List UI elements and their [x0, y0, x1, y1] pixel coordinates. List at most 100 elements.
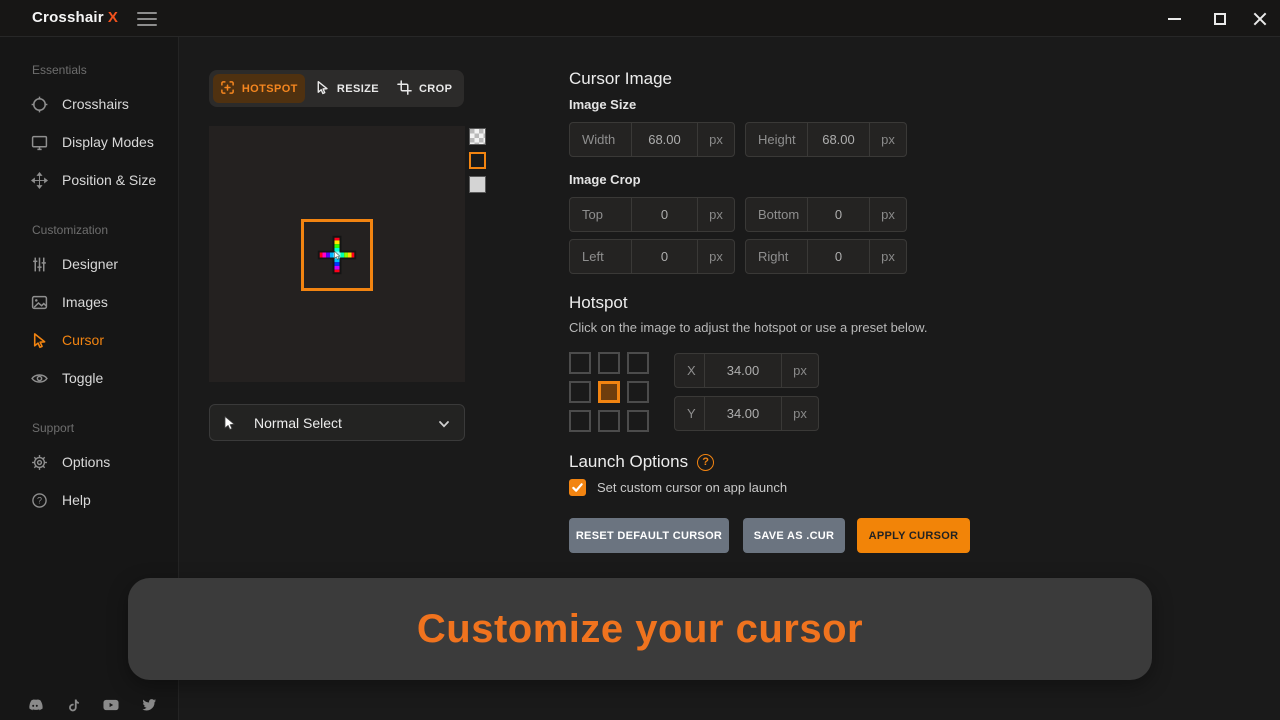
twitter-icon[interactable] — [141, 697, 157, 713]
sidebar-section-customization: Customization — [0, 223, 178, 237]
crop-right-field[interactable]: Right 0 px — [745, 239, 907, 274]
hotspot-icon — [220, 80, 235, 98]
crosshair-icon — [30, 95, 48, 113]
sidebar-item-label: Crosshairs — [62, 96, 129, 112]
maximize-button[interactable] — [1200, 0, 1240, 37]
sidebar-item-help[interactable]: ? Help — [0, 481, 178, 519]
crop-left-unit: px — [698, 240, 734, 273]
minimize-button[interactable] — [1154, 0, 1194, 37]
cursor-bounds-box[interactable] — [301, 219, 373, 291]
hotspot-x-value[interactable]: 34.00 — [705, 354, 782, 387]
crop-left-field[interactable]: Left 0 px — [569, 239, 735, 274]
close-button[interactable] — [1240, 0, 1280, 37]
youtube-icon[interactable] — [103, 697, 119, 713]
sidebar-item-label: Images — [62, 294, 108, 310]
width-field-label: Width — [570, 123, 632, 156]
cursor-preview-canvas[interactable] — [209, 126, 465, 382]
crop-top-value[interactable]: 0 — [632, 198, 698, 231]
hotspot-preset-top-right[interactable] — [627, 352, 649, 374]
reset-default-cursor-button[interactable]: RESET DEFAULT CURSOR — [569, 518, 729, 553]
hotspot-preset-middle-right[interactable] — [627, 381, 649, 403]
light-background-swatch[interactable] — [469, 176, 486, 193]
crop-left-value[interactable]: 0 — [632, 240, 698, 273]
sidebar-item-toggle[interactable]: Toggle — [0, 359, 178, 397]
sidebar-item-position-size[interactable]: Position & Size — [0, 161, 178, 199]
cursor-type-value: Normal Select — [254, 415, 342, 431]
hotspot-description: Click on the image to adjust the hotspot… — [569, 320, 927, 335]
hamburger-menu-icon[interactable] — [137, 12, 157, 26]
crop-top-label: Top — [570, 198, 632, 231]
crop-top-field[interactable]: Top 0 px — [569, 197, 735, 232]
hotspot-preset-bottom-left[interactable] — [569, 410, 591, 432]
selected-background-swatch[interactable] — [469, 152, 486, 169]
sidebar-section-support: Support — [0, 421, 178, 435]
chevron-down-icon — [437, 417, 451, 436]
sidebar-item-label: Toggle — [62, 370, 103, 386]
hotspot-preset-bottom-center[interactable] — [598, 410, 620, 432]
sidebar-item-label: Help — [62, 492, 91, 508]
tab-label: HOTSPOT — [242, 83, 298, 95]
minimize-icon — [1168, 18, 1181, 20]
background-swatches — [469, 128, 486, 200]
resize-cursor-icon — [315, 80, 330, 98]
hotspot-preset-bottom-right[interactable] — [627, 410, 649, 432]
tab-label: RESIZE — [337, 83, 379, 95]
tab-hotspot[interactable]: HOTSPOT — [213, 74, 305, 103]
hotspot-preset-top-center[interactable] — [598, 352, 620, 374]
hotspot-preset-center[interactable] — [598, 381, 620, 403]
sidebar-item-crosshairs[interactable]: Crosshairs — [0, 85, 178, 123]
hotspot-x-label: X — [675, 354, 705, 387]
tiktok-icon[interactable] — [65, 697, 81, 713]
height-field-unit: px — [870, 123, 906, 156]
sidebar-item-images[interactable]: Images — [0, 283, 178, 321]
sidebar-item-display-modes[interactable]: Display Modes — [0, 123, 178, 161]
tab-crop[interactable]: CROP — [389, 74, 460, 103]
crop-icon — [397, 80, 412, 98]
hotspot-preset-middle-left[interactable] — [569, 381, 591, 403]
sidebar-item-label: Options — [62, 454, 110, 470]
height-field[interactable]: Height 68.00 px — [745, 122, 907, 157]
close-icon — [1253, 12, 1267, 26]
social-links — [27, 697, 157, 713]
move-icon — [30, 171, 48, 189]
hotspot-preset-grid — [569, 352, 649, 432]
maximize-icon — [1214, 13, 1226, 25]
launch-checkbox-row: Set custom cursor on app launch — [569, 479, 787, 496]
hotspot-x-field[interactable]: X 34.00 px — [674, 353, 819, 388]
sidebar-item-label: Cursor — [62, 332, 104, 348]
hotspot-preset-top-left[interactable] — [569, 352, 591, 374]
svg-text:?: ? — [36, 495, 41, 505]
hotspot-y-unit: px — [782, 397, 818, 430]
launch-options-help-icon[interactable]: ? — [697, 454, 714, 471]
app-window: CrosshairX Essentials Crosshairs Display… — [0, 0, 1280, 720]
width-field-value[interactable]: 68.00 — [632, 123, 698, 156]
editor-mode-tabs: HOTSPOT RESIZE CROP — [209, 70, 464, 107]
hotspot-y-value[interactable]: 34.00 — [705, 397, 782, 430]
crop-top-unit: px — [698, 198, 734, 231]
crop-bottom-field[interactable]: Bottom 0 px — [745, 197, 907, 232]
transparent-background-swatch[interactable] — [469, 128, 486, 145]
apply-cursor-button[interactable]: APPLY CURSOR — [857, 518, 970, 553]
crop-right-value[interactable]: 0 — [808, 240, 870, 273]
app-logo-name: Crosshair — [32, 9, 104, 26]
discord-icon[interactable] — [27, 697, 43, 713]
tab-resize[interactable]: RESIZE — [306, 74, 389, 103]
sliders-icon — [30, 255, 48, 273]
crop-bottom-label: Bottom — [746, 198, 808, 231]
sidebar-item-designer[interactable]: Designer — [0, 245, 178, 283]
title-bar: CrosshairX — [0, 0, 1280, 37]
hotspot-y-field[interactable]: Y 34.00 px — [674, 396, 819, 431]
sidebar-item-options[interactable]: Options — [0, 443, 178, 481]
height-field-value[interactable]: 68.00 — [808, 123, 870, 156]
width-field[interactable]: Width 68.00 px — [569, 122, 735, 157]
save-as-cur-button[interactable]: SAVE AS .CUR — [743, 518, 845, 553]
crop-right-label: Right — [746, 240, 808, 273]
crop-bottom-value[interactable]: 0 — [808, 198, 870, 231]
height-field-label: Height — [746, 123, 808, 156]
pointer-icon — [221, 415, 237, 431]
launch-checkbox[interactable] — [569, 479, 586, 496]
cursor-type-dropdown[interactable]: Normal Select — [209, 404, 465, 441]
app-logo: CrosshairX — [32, 9, 118, 26]
sidebar-item-cursor[interactable]: Cursor — [0, 321, 178, 359]
launch-options-title: Launch Options? — [569, 452, 714, 472]
